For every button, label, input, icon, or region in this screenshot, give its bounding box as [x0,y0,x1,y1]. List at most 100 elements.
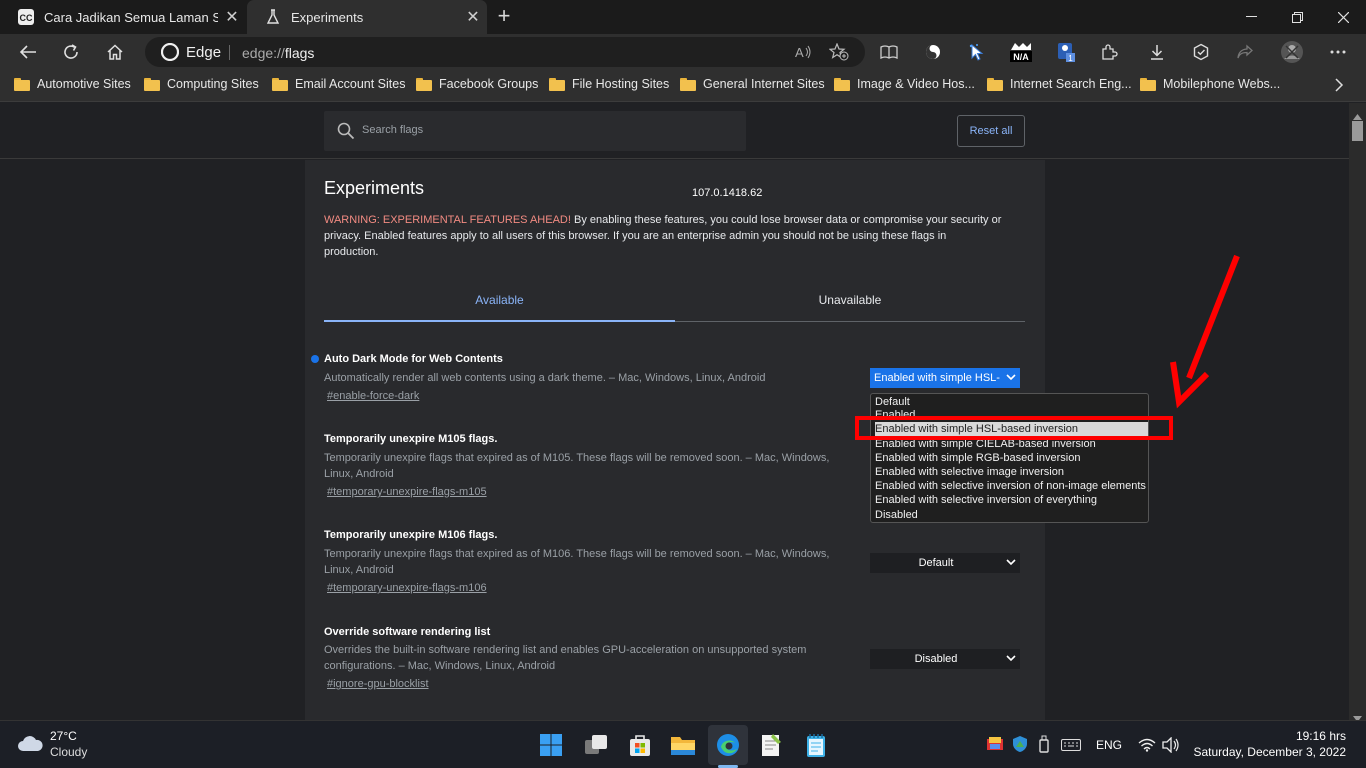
flag-state-select[interactable]: Disabled [870,649,1020,669]
option-item[interactable]: Enabled with selective inversion of non-… [875,479,1148,493]
search-flags-input[interactable]: Search flags [324,111,746,151]
tab-unavailable[interactable]: Unavailable [675,280,1025,324]
close-window-icon[interactable] [1320,0,1366,34]
option-item[interactable]: Enabled with selective image inversion [875,465,1148,479]
clock-time[interactable]: 19:16 hrs [1190,729,1346,743]
flag-link[interactable]: #temporary-unexpire-flags-m105 [327,486,487,498]
chevron-right-icon[interactable] [1334,78,1344,97]
option-item[interactable]: Default [875,395,1148,409]
bookmark-label: Internet Search Eng... [1010,77,1132,91]
bookmark-folder[interactable]: Internet Search Eng... [987,77,1132,91]
extensions-puzzle-icon[interactable] [1095,38,1123,66]
tab-cara-jadikan[interactable]: CC Cara Jadikan Semua Laman Sesuai ✕ [0,0,246,34]
cloud-icon[interactable] [16,733,44,758]
flag-link[interactable]: #temporary-unexpire-flags-m106 [327,582,487,594]
chevron-down-icon [1002,654,1020,665]
keyboard-icon[interactable] [1061,738,1081,756]
start-windows-icon[interactable] [535,729,567,761]
reset-all-button[interactable]: Reset all [957,115,1025,147]
close-tab-icon[interactable]: ✕ [218,7,246,27]
tab-experiments[interactable]: Experiments ✕ [247,0,487,34]
flag-title: Override software rendering list [324,626,491,638]
tray-app-icon[interactable] [986,736,1004,757]
bookmark-folder[interactable]: Automotive Sites [14,77,131,91]
profile-avatar-icon[interactable] [1278,38,1306,66]
extension-user-badge-icon[interactable]: 1 [1052,38,1080,66]
select-value: Default [918,557,954,569]
bookmark-folder[interactable]: Computing Sites [144,77,259,91]
home-icon[interactable] [101,38,129,66]
bookmark-folder[interactable]: Facebook Groups [416,77,538,91]
new-tab-icon[interactable]: + [494,4,514,30]
flag-link[interactable]: #enable-force-dark [327,390,419,402]
flask-icon [265,9,281,25]
close-tab-icon[interactable]: ✕ [459,7,487,27]
select-value: Disabled [914,653,958,665]
edge-taskbar-icon[interactable] [708,725,748,765]
flag-title: Auto Dark Mode for Web Contents [324,353,503,365]
wifi-icon[interactable] [1138,738,1156,757]
flag-description: Overrides the built-in software renderin… [324,644,807,672]
bookmark-label: Computing Sites [167,77,259,91]
option-item[interactable]: Enabled with selective inversion of ever… [875,493,1148,507]
read-aloud-icon[interactable]: A [795,44,813,65]
notepad-plus-icon[interactable] [755,729,787,761]
red-arrow-annotation [1165,250,1245,415]
select-value: Enabled with simple HSL- [874,372,1000,384]
favorites-bar: Automotive Sites Computing Sites Email A… [0,70,1366,102]
share-icon[interactable] [1231,38,1259,66]
usb-device-icon[interactable] [1037,735,1051,758]
flag-state-select[interactable]: Enabled with simple HSL- [870,368,1020,388]
extension-yinyang-icon[interactable] [919,38,947,66]
reading-view-icon[interactable] [875,38,903,66]
folder-icon [834,77,850,91]
add-favorite-icon[interactable] [828,42,849,66]
option-item[interactable]: Disabled [875,508,1148,522]
volume-icon[interactable] [1162,736,1180,758]
tab-strip: CC Cara Jadikan Semua Laman Sesuai ✕ Exp… [0,0,1366,34]
bookmark-folder[interactable]: Mobilephone Webs... [1140,77,1280,91]
tab-title: Experiments [291,9,364,25]
refresh-icon[interactable] [57,38,85,66]
file-explorer-icon[interactable] [667,729,699,761]
folder-icon [272,77,288,91]
language-indicator[interactable]: ENG [1096,738,1122,752]
bookmark-folder[interactable]: File Hosting Sites [549,77,669,91]
scrollbar-thumb[interactable] [1352,121,1363,141]
more-menu-icon[interactable] [1324,38,1352,66]
search-icon [337,122,355,145]
site-favicon-icon: CC [18,9,34,25]
bookmark-folder[interactable]: Email Account Sites [272,77,405,91]
bookmark-label: Automotive Sites [37,77,131,91]
bookmark-folder[interactable]: Image & Video Hos... [834,77,975,91]
downloads-icon[interactable] [1143,38,1171,66]
minimize-icon[interactable] [1228,0,1274,34]
browser-essentials-icon[interactable] [1187,38,1215,66]
extension-na-icon[interactable]: N/A [1007,38,1035,66]
tab-title: Cara Jadikan Semua Laman Sesuai [44,9,218,25]
tab-available[interactable]: Available [324,280,675,324]
back-icon[interactable] [14,38,42,66]
page-scrollbar[interactable] [1349,103,1366,722]
folder-icon [416,77,432,91]
highlight-box-annotation [855,416,1173,440]
flag-options-list: Default Enabled Enabled with simple HSL-… [870,393,1149,523]
notepad-icon[interactable] [800,729,832,761]
flag-link[interactable]: #ignore-gpu-blocklist [327,678,429,690]
flag-state-select[interactable]: Default [870,553,1020,573]
security-shield-icon[interactable] [1011,735,1029,758]
restore-icon[interactable] [1274,0,1320,34]
bookmark-folder[interactable]: General Internet Sites [680,77,825,91]
address-bar[interactable]: Edge edge://flags A [145,37,865,67]
warning-line: production. [324,246,379,258]
svg-text:CC: CC [20,13,33,23]
folder-icon [987,77,1003,91]
microsoft-store-icon[interactable] [624,729,656,761]
url-text: edge://flags [242,45,315,61]
clock-date[interactable]: Saturday, December 3, 2022 [1180,745,1346,759]
option-item[interactable]: Enabled with simple RGB-based inversion [875,451,1148,465]
bookmark-label: General Internet Sites [703,77,825,91]
task-view-icon[interactable] [580,729,612,761]
extension-cursor-icon[interactable] [963,38,991,66]
active-tab-indicator [324,320,675,322]
